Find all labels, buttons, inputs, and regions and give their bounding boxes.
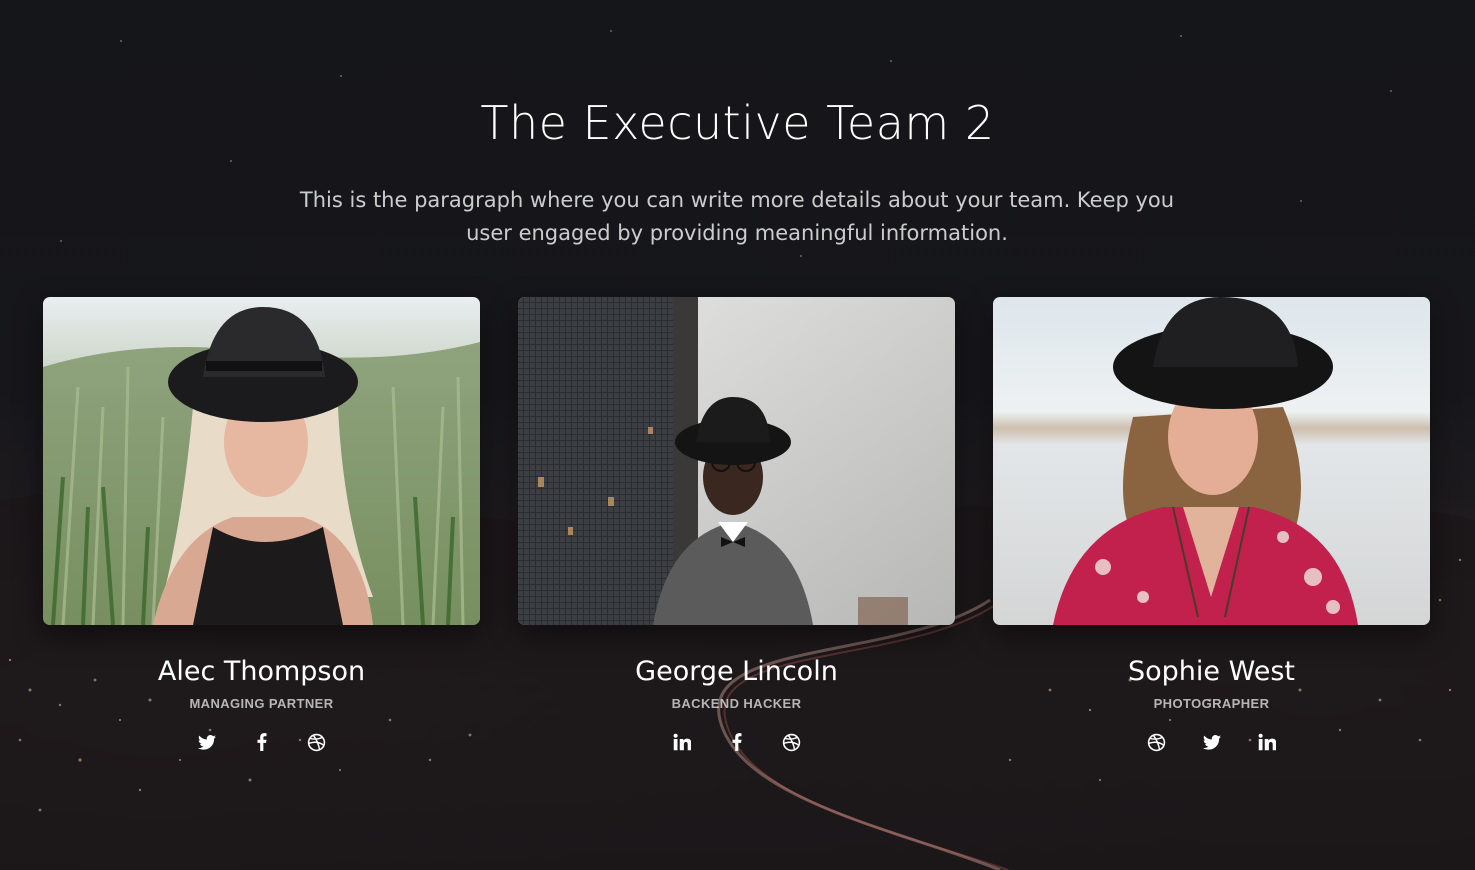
team-member-role: MANAGING PARTNER — [189, 696, 334, 711]
facebook-icon[interactable] — [250, 730, 274, 754]
team-card: Alec Thompson MANAGING PARTNER — [43, 297, 480, 754]
team-member-photo — [518, 297, 955, 625]
section-description: This is the paragraph where you can writ… — [299, 188, 1175, 245]
team-member-role: PHOTOGRAPHER — [1153, 696, 1270, 711]
social-links — [43, 730, 480, 754]
twitter-icon[interactable] — [195, 730, 219, 754]
dribbble-icon[interactable] — [1145, 730, 1169, 754]
team-member-role: BACKEND HACKER — [671, 696, 802, 711]
dribbble-icon[interactable] — [305, 730, 329, 754]
team-member-photo — [993, 297, 1430, 625]
team-card: George Lincoln BACKEND HACKER — [518, 297, 955, 754]
team-member-name: Sophie West — [1128, 656, 1295, 687]
linkedin-icon[interactable] — [1255, 730, 1279, 754]
facebook-icon[interactable] — [725, 730, 749, 754]
team-member-name: George Lincoln — [635, 656, 838, 687]
team-card: Sophie West PHOTOGRAPHER — [993, 297, 1430, 754]
linkedin-icon[interactable] — [670, 730, 694, 754]
dribbble-icon[interactable] — [780, 730, 804, 754]
team-member-name: Alec Thompson — [157, 656, 366, 687]
team-member-photo — [43, 297, 480, 625]
twitter-icon[interactable] — [1200, 730, 1224, 754]
social-links — [518, 730, 955, 754]
section-title: The Executive Team 2 — [480, 96, 995, 150]
social-links — [993, 730, 1430, 754]
